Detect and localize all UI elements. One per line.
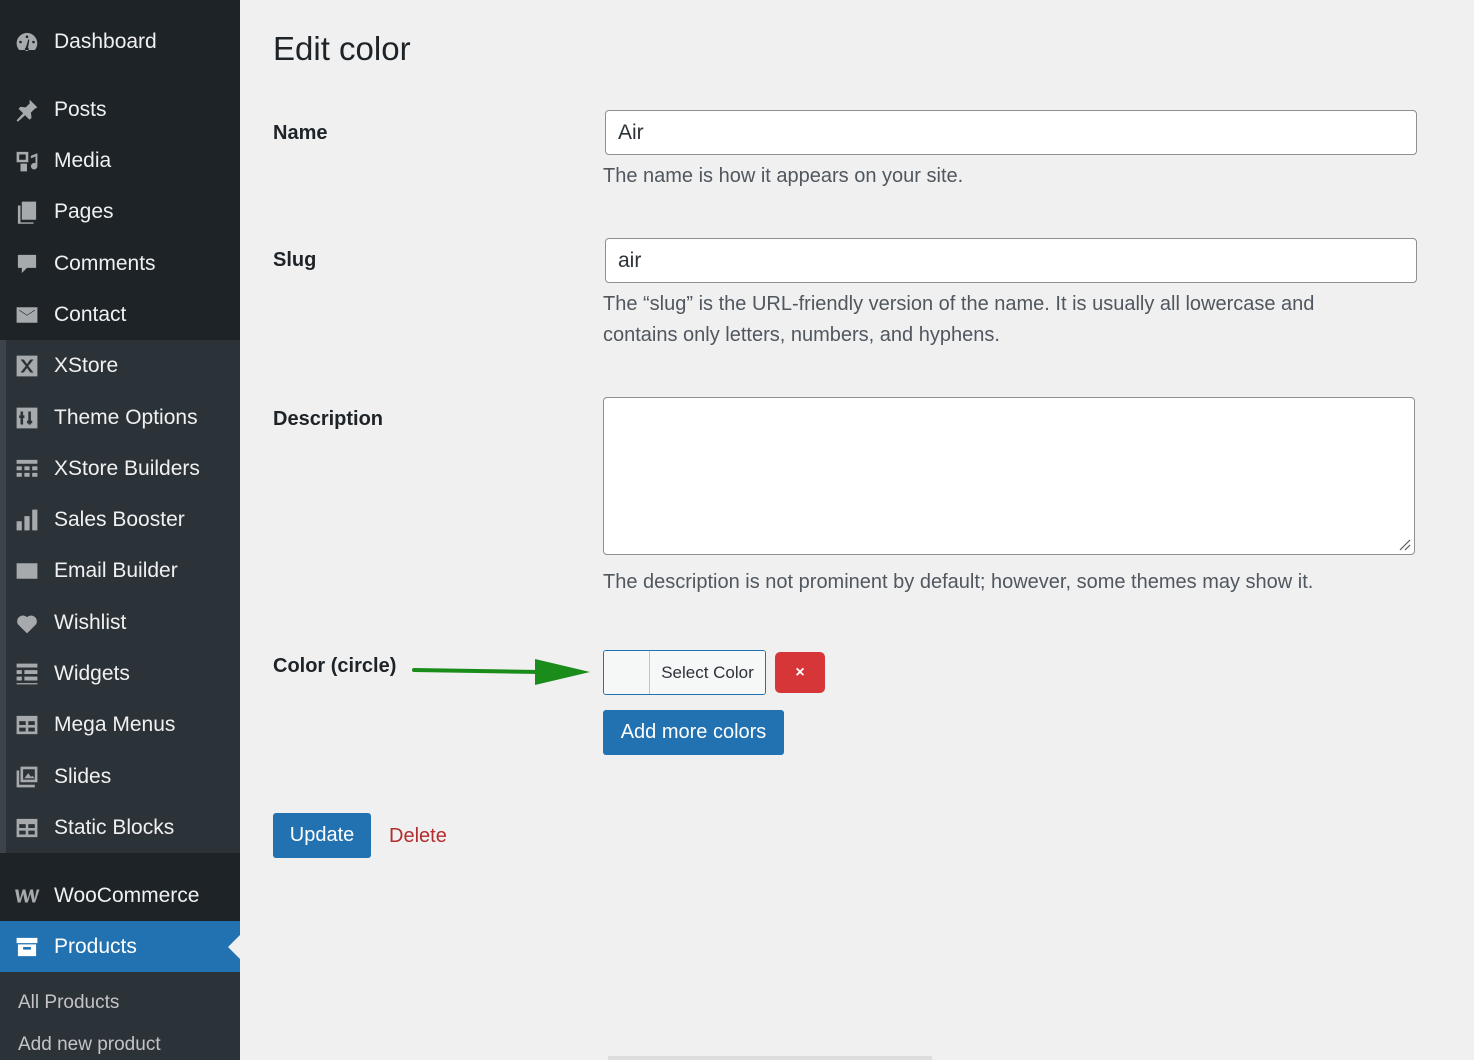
resize-grip-icon[interactable] xyxy=(1397,537,1411,551)
email-icon xyxy=(13,557,41,585)
remove-color-button[interactable]: × xyxy=(775,652,825,693)
sidebar-item-label: Widgets xyxy=(54,661,130,685)
sidebar-item-label: XStore xyxy=(54,353,119,377)
sidebar-item-label: Theme Options xyxy=(54,405,198,429)
sidebar-item-products[interactable]: Products xyxy=(0,921,240,972)
sidebar-item-static-blocks[interactable]: Static Blocks xyxy=(0,802,240,853)
description-textarea[interactable] xyxy=(603,397,1415,555)
sidebar-item-label: WooCommerce xyxy=(54,883,200,907)
dashboard-icon xyxy=(13,28,41,56)
sliders-icon xyxy=(13,404,41,432)
sidebar-item-wishlist[interactable]: Wishlist xyxy=(0,597,240,648)
sidebar-item-label: Sales Booster xyxy=(54,507,185,531)
pin-icon xyxy=(13,96,41,124)
admin-sidebar: Dashboard Posts Media Pages Comments Con… xyxy=(0,0,240,1060)
sidebar-item-contact[interactable]: Contact xyxy=(0,289,240,340)
name-input[interactable]: Air xyxy=(605,110,1417,155)
color-swatch xyxy=(604,651,650,694)
sidebar-item-comments[interactable]: Comments xyxy=(0,238,240,289)
sidebar-item-label: Media xyxy=(54,148,112,172)
color-label: Color (circle) xyxy=(273,655,397,677)
sidebar-item-label: Comments xyxy=(54,251,156,275)
sidebar-item-label: Posts xyxy=(54,97,107,121)
xstore-icon xyxy=(13,352,41,380)
sidebar-item-label: Static Blocks xyxy=(54,815,175,839)
sidebar-item-label: Slides xyxy=(54,764,112,788)
pages-icon xyxy=(13,198,41,226)
table-icon xyxy=(13,814,41,842)
sidebar-item-label: Dashboard xyxy=(54,29,157,53)
products-submenu: All Products Add new product xyxy=(0,972,240,1060)
media-icon xyxy=(13,147,41,175)
sidebar-item-woocommerce[interactable]: WooCommerce xyxy=(0,870,240,921)
slug-input[interactable]: air xyxy=(605,238,1417,283)
comment-icon xyxy=(13,250,41,278)
name-help-text: The name is how it appears on your site. xyxy=(603,165,964,187)
sidebar-item-theme-options[interactable]: Theme Options xyxy=(0,392,240,443)
page-title: Edit color xyxy=(273,30,411,67)
submenu-item-add-new-product[interactable]: Add new product xyxy=(18,1034,161,1056)
sidebar-item-label: Mega Menus xyxy=(54,712,176,736)
submenu-item-all-products[interactable]: All Products xyxy=(18,992,119,1014)
envelope-icon xyxy=(13,301,41,329)
heart-icon xyxy=(13,609,41,637)
add-more-colors-button[interactable]: Add more colors xyxy=(603,710,784,755)
slug-label: Slug xyxy=(273,249,317,271)
sidebar-item-xstore[interactable]: XStore xyxy=(0,340,240,391)
archive-icon xyxy=(13,933,41,961)
woo-icon xyxy=(13,882,41,910)
update-button[interactable]: Update xyxy=(273,813,371,858)
scroll-indicator xyxy=(608,1056,932,1060)
description-help-text: The description is not prominent by defa… xyxy=(603,571,1314,593)
sidebar-item-dashboard[interactable]: Dashboard xyxy=(0,16,240,67)
sidebar-item-label: Wishlist xyxy=(54,610,127,634)
sidebar-item-widgets[interactable]: Widgets xyxy=(0,648,240,699)
delete-link[interactable]: Delete xyxy=(389,825,447,848)
sidebar-item-media[interactable]: Media xyxy=(0,135,240,186)
sidebar-item-label: Email Builder xyxy=(54,558,178,582)
sidebar-item-label: Contact xyxy=(54,302,127,326)
sidebar-item-pages[interactable]: Pages xyxy=(0,186,240,237)
sidebar-item-mega-menus[interactable]: Mega Menus xyxy=(0,699,240,750)
slides-icon xyxy=(13,763,41,791)
sidebar-item-xstore-builders[interactable]: XStore Builders xyxy=(0,443,240,494)
sidebar-item-label: Pages xyxy=(54,199,114,223)
sidebar-item-slides[interactable]: Slides xyxy=(0,751,240,802)
sidebar-item-label: XStore Builders xyxy=(54,456,200,480)
bar-chart-icon xyxy=(13,506,41,534)
widgets-icon xyxy=(13,660,41,688)
grid-icon xyxy=(13,455,41,483)
sidebar-item-posts[interactable]: Posts xyxy=(0,84,240,135)
sidebar-item-email-builder[interactable]: Email Builder xyxy=(0,545,240,596)
annotation-arrow-icon xyxy=(412,659,590,685)
select-color-button[interactable]: Select Color xyxy=(603,650,766,695)
sidebar-item-label: Products xyxy=(54,934,137,958)
table-icon xyxy=(13,711,41,739)
name-label: Name xyxy=(273,122,328,144)
slug-help-text: The “slug” is the URL-friendly version o… xyxy=(603,293,1315,346)
sidebar-item-sales-booster[interactable]: Sales Booster xyxy=(0,494,240,545)
active-indicator xyxy=(228,935,240,959)
select-color-label: Select Color xyxy=(650,651,765,694)
description-label: Description xyxy=(273,408,384,430)
